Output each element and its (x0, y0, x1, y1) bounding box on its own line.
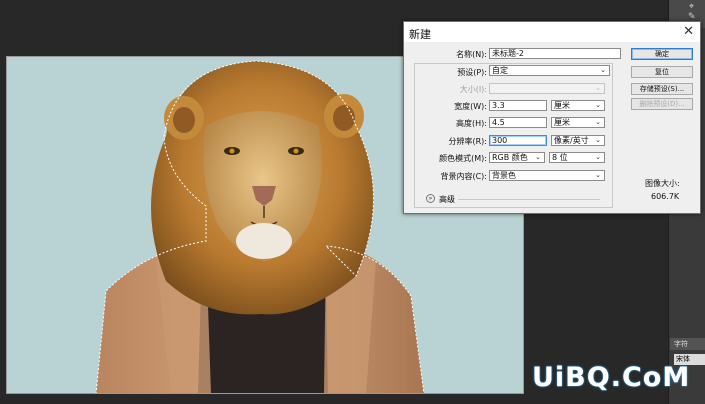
delete-preset-button: 删除预设(D)... (631, 98, 693, 110)
height-unit-select[interactable]: 厘米 ⌄ (551, 117, 605, 128)
size-select[interactable]: ⌄ (489, 83, 605, 94)
name-input[interactable]: 未标题-2 (489, 48, 621, 59)
width-label: 宽度(W): (454, 102, 487, 111)
resolution-unit-value: 像素/英寸 (554, 136, 589, 145)
dialog-titlebar[interactable] (404, 22, 700, 42)
preset-select[interactable]: 自定 ⌄ (489, 65, 610, 76)
image-size-label: 图像大小: (645, 179, 680, 188)
bit-depth-value: 8 位 (552, 153, 568, 162)
resolution-label: 分辨率(R): (448, 137, 488, 146)
chevron-down-icon: ⌄ (600, 66, 606, 74)
image-size-value: 606.7K (651, 192, 680, 201)
character-panel-tab[interactable]: 字符 (670, 338, 705, 350)
ok-button[interactable]: 确定 (631, 48, 693, 60)
expand-advanced-icon[interactable]: » (426, 194, 435, 203)
height-unit-value: 厘米 (554, 118, 570, 127)
close-icon[interactable]: ✕ (683, 24, 694, 39)
chevron-down-icon: ⌄ (535, 153, 541, 161)
panel-tool-icon[interactable]: ⌖ (689, 2, 694, 12)
background-select[interactable]: 背景色 ⌄ (489, 170, 605, 181)
resolution-input[interactable]: 300 (489, 135, 547, 146)
color-mode-value: RGB 颜色 (492, 153, 528, 162)
resolution-unit-select[interactable]: 像素/英寸 ⌄ (551, 135, 605, 146)
chevron-down-icon: ⌄ (595, 101, 601, 109)
width-input[interactable]: 3.3 (489, 100, 547, 111)
width-unit-value: 厘米 (554, 101, 570, 110)
chevron-down-icon: ⌄ (595, 84, 601, 92)
preset-value: 自定 (492, 66, 508, 75)
chevron-down-icon: ⌄ (595, 153, 601, 161)
height-input[interactable]: 4.5 (489, 117, 547, 128)
name-label: 名称(N): (456, 50, 487, 59)
bit-depth-select[interactable]: 8 位 ⌄ (549, 152, 605, 163)
advanced-label[interactable]: 高级 (439, 194, 455, 205)
site-watermark: UiBQ.CoM (532, 362, 691, 393)
size-label: 大小(I): (459, 85, 487, 94)
width-unit-select[interactable]: 厘米 ⌄ (551, 100, 605, 111)
preset-label: 预设(P): (457, 68, 487, 77)
advanced-divider (458, 199, 600, 200)
chevron-down-icon: ⌄ (595, 171, 601, 179)
color-mode-label: 颜色模式(M): (439, 154, 487, 163)
dialog-title: 新建 (409, 28, 431, 41)
height-label: 高度(H): (456, 119, 487, 128)
color-mode-select[interactable]: RGB 颜色 ⌄ (489, 152, 545, 163)
reset-button[interactable]: 复位 (631, 66, 693, 78)
chevron-down-icon: ⌄ (595, 118, 601, 126)
background-value: 背景色 (492, 171, 516, 180)
save-preset-button[interactable]: 存储预设(S)... (631, 83, 693, 95)
new-document-dialog: 新建 ✕ 名称(N): 未标题-2 预设(P): 自定 ⌄ 大小(I): ⌄ 宽… (403, 21, 701, 214)
chevron-down-icon: ⌄ (595, 136, 601, 144)
background-label: 背景内容(C): (440, 172, 487, 181)
